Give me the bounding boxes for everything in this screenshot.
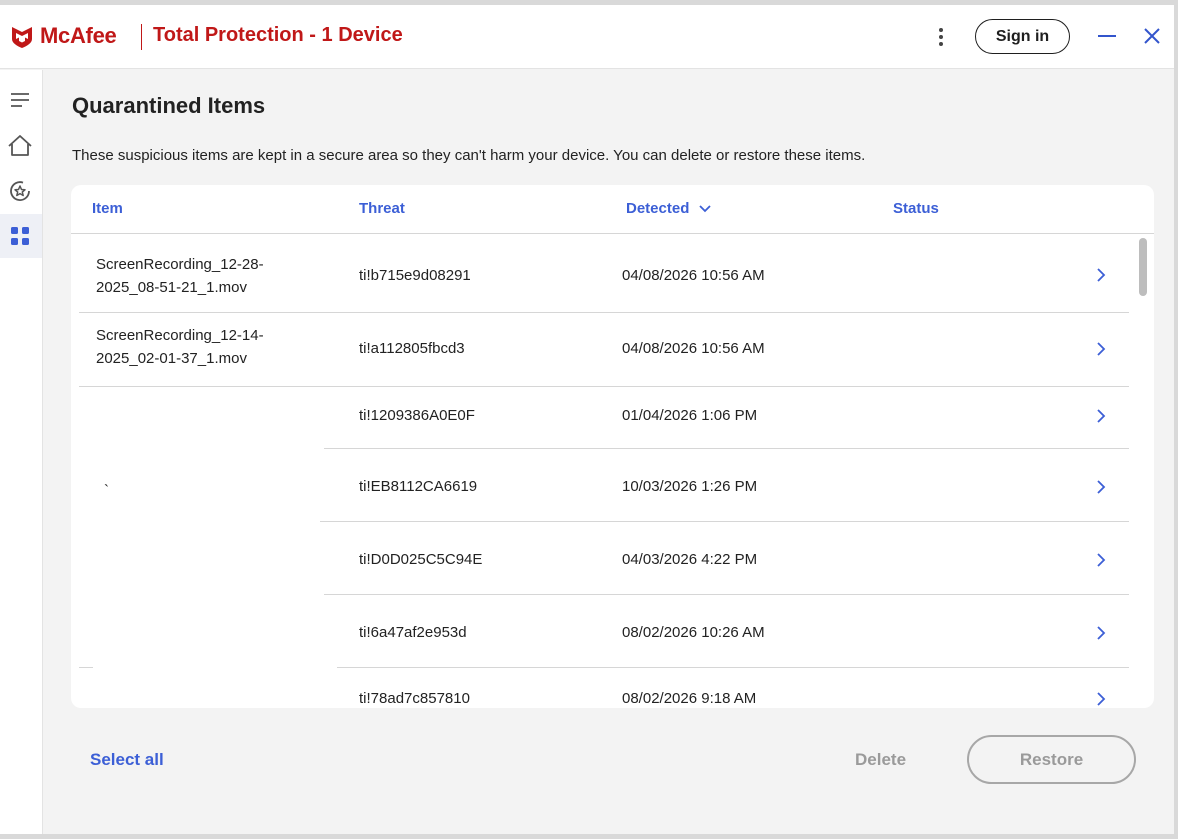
- detected-date: 01/04/2026 1:06 PM: [622, 407, 758, 424]
- item-name-line1: ScreenRecording_12-28-: [96, 256, 264, 273]
- detected-date: 04/08/2026 10:56 AM: [622, 267, 765, 284]
- chevron-right-icon[interactable]: [1094, 409, 1108, 423]
- item-name: ScreenRecording_12-28- 2025_08-51-21_1.m…: [96, 253, 264, 299]
- item-name: `: [104, 482, 109, 499]
- sidebar: [0, 70, 43, 834]
- table-row[interactable]: ti!78ad7c857810 08/02/2026 9:18 AM: [71, 668, 1129, 708]
- product-title: Total Protection - 1 Device: [153, 24, 403, 46]
- chevron-right-icon[interactable]: [1094, 626, 1108, 640]
- chevron-right-icon[interactable]: [1094, 480, 1108, 494]
- chevron-right-icon[interactable]: [1094, 342, 1108, 356]
- threat-name: ti!b715e9d08291: [359, 267, 471, 284]
- chevron-right-icon[interactable]: [1094, 553, 1108, 567]
- sort-descending-icon: [698, 205, 711, 213]
- mcafee-shield-icon: [12, 27, 32, 48]
- column-header-status[interactable]: Status: [893, 200, 939, 217]
- chevron-right-icon[interactable]: [1094, 692, 1108, 706]
- table-row[interactable]: ScreenRecording_12-28- 2025_08-51-21_1.m…: [71, 234, 1129, 313]
- sign-in-button[interactable]: Sign in: [975, 19, 1070, 54]
- select-all-link[interactable]: Select all: [90, 750, 164, 770]
- header-divider: [141, 24, 142, 50]
- item-name-line2: 2025_02-01-37_1.mov: [96, 350, 247, 367]
- close-icon[interactable]: [1143, 27, 1161, 45]
- table-row[interactable]: ti!1209386A0E0F 01/04/2026 1:06 PM: [71, 387, 1129, 449]
- table-row[interactable]: ti!D0D025C5C94E 04/03/2026 4:22 PM: [71, 522, 1129, 595]
- table-row[interactable]: ` ti!EB8112CA6619 10/03/2026 1:26 PM: [71, 449, 1129, 522]
- threat-name: ti!a112805fbcd3: [359, 340, 465, 357]
- threat-name: ti!6a47af2e953d: [359, 624, 467, 641]
- threat-name: ti!1209386A0E0F: [359, 407, 475, 424]
- threat-name: ti!EB8112CA6619: [359, 478, 478, 495]
- title-bar: McAfee Total Protection - 1 Device Sign …: [0, 5, 1174, 69]
- column-header-detected-label: Detected: [626, 200, 690, 217]
- threat-name: ti!78ad7c857810: [359, 690, 470, 707]
- threat-name: ti!D0D025C5C94E: [359, 551, 483, 568]
- page-title: Quarantined Items: [72, 93, 266, 118]
- table-row[interactable]: ti!6a47af2e953d 08/02/2026 10:26 AM: [71, 595, 1129, 668]
- item-name-line1: ScreenRecording_12-14-: [96, 327, 264, 344]
- apps-grid-icon[interactable]: [5, 221, 35, 251]
- column-header-threat[interactable]: Threat: [359, 200, 405, 217]
- column-header-detected[interactable]: Detected: [626, 200, 712, 217]
- table-row[interactable]: ScreenRecording_12-14- 2025_02-01-37_1.m…: [71, 313, 1129, 387]
- mcafee-logo: McAfee: [10, 22, 117, 50]
- detected-date: 10/03/2026 1:26 PM: [622, 478, 758, 495]
- app-window: McAfee Total Protection - 1 Device Sign …: [0, 5, 1174, 834]
- detected-date: 08/02/2026 9:18 AM: [622, 690, 757, 707]
- column-header-item[interactable]: Item: [92, 200, 123, 217]
- item-name: ScreenRecording_12-14- 2025_02-01-37_1.m…: [96, 324, 264, 370]
- restore-button[interactable]: Restore: [967, 735, 1136, 784]
- detected-date: 08/02/2026 10:26 AM: [622, 624, 765, 641]
- chevron-right-icon[interactable]: [1094, 268, 1108, 282]
- page-description: These suspicious items are kept in a sec…: [72, 147, 866, 164]
- table-header: Item Threat Detected Status: [71, 185, 1154, 234]
- protection-star-icon[interactable]: [5, 176, 35, 206]
- scrollbar[interactable]: [1135, 234, 1149, 708]
- minimize-icon[interactable]: [1098, 35, 1116, 37]
- item-name-line2: 2025_08-51-21_1.mov: [96, 279, 247, 296]
- menu-icon[interactable]: [5, 85, 35, 115]
- brand-name: McAfee: [40, 23, 117, 48]
- more-options-icon[interactable]: [933, 26, 949, 50]
- quarantine-table: Item Threat Detected Status ScreenRecord…: [71, 185, 1154, 708]
- home-icon[interactable]: [5, 131, 35, 161]
- scrollbar-thumb[interactable]: [1139, 238, 1147, 296]
- delete-button[interactable]: Delete: [855, 750, 906, 770]
- detected-date: 04/08/2026 10:56 AM: [622, 340, 765, 357]
- detected-date: 04/03/2026 4:22 PM: [622, 551, 758, 568]
